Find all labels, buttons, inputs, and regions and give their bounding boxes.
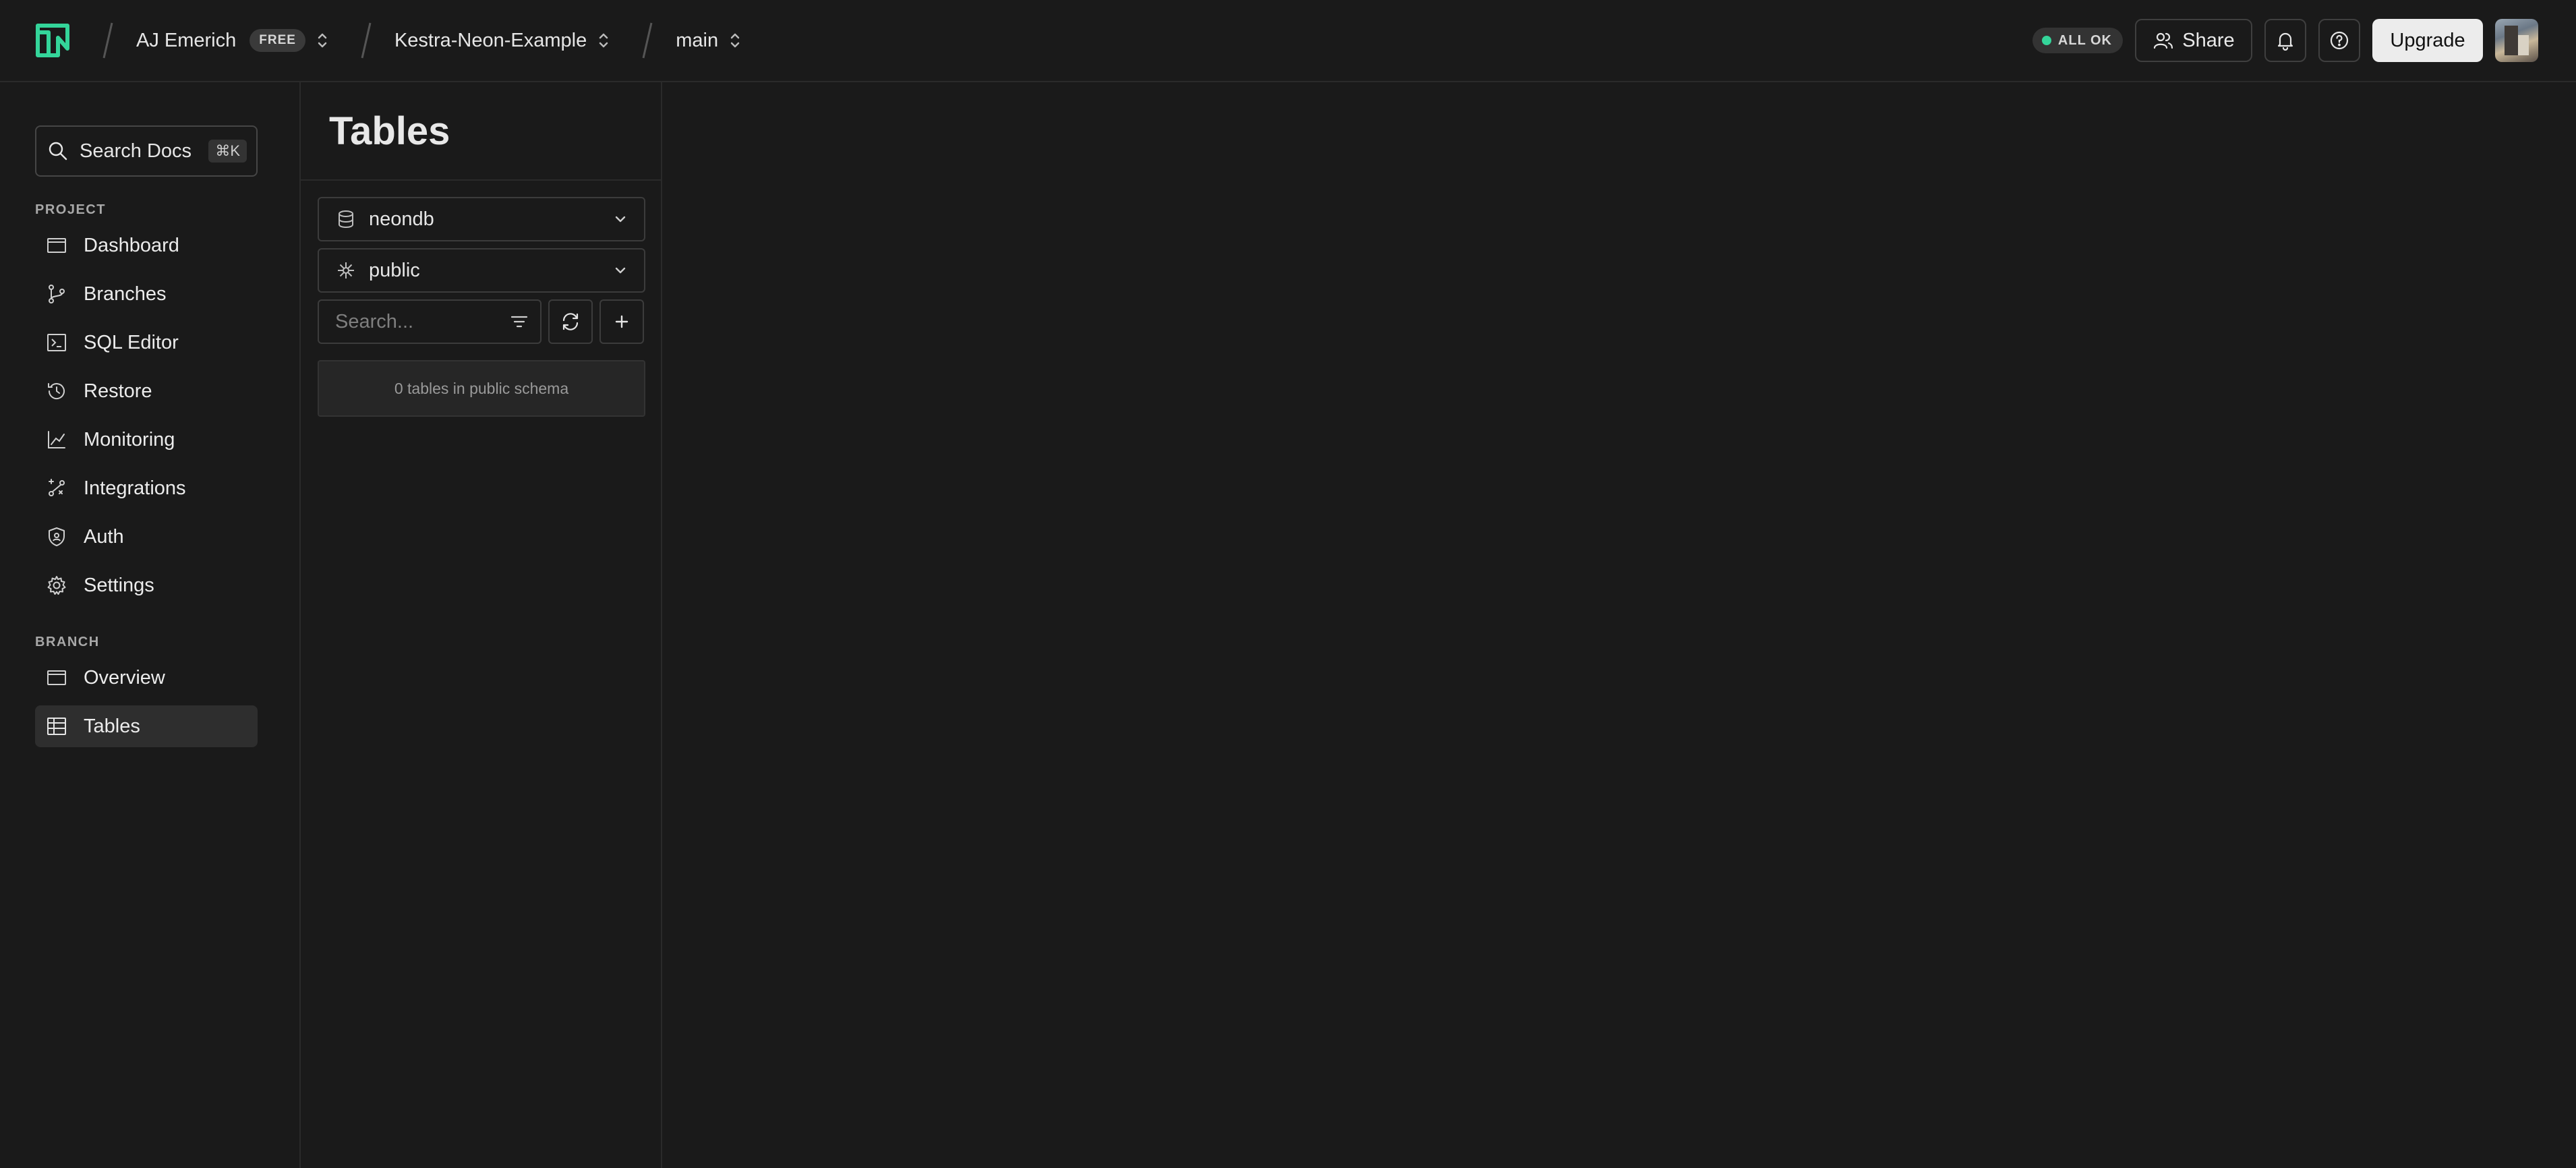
bell-icon [2275, 30, 2295, 51]
sidebar-item-label: Restore [84, 380, 152, 402]
project-nav: Dashboard Branches SQL Editor Restore Mo… [35, 225, 299, 606]
sidebar-item-label: Monitoring [84, 428, 175, 450]
branches-icon [45, 282, 69, 306]
sidebar-item-label: Branches [84, 283, 167, 305]
shield-icon [45, 525, 69, 549]
sidebar-item-label: Settings [84, 574, 154, 596]
tables-panel: Tables neondb public Search... 0 tables … [301, 82, 662, 1168]
status-text: ALL OK [2057, 32, 2112, 48]
chevron-up-down-icon [596, 30, 611, 51]
sidebar-item-label: SQL Editor [84, 331, 179, 353]
gear-icon [45, 573, 69, 597]
project-section-label: PROJECT [35, 202, 106, 217]
sidebar-item-restore[interactable]: Restore [35, 370, 258, 412]
chevron-up-down-icon [728, 30, 742, 51]
sql-editor-icon [45, 330, 69, 355]
share-label: Share [2182, 29, 2235, 51]
sidebar-item-overview[interactable]: Overview [35, 657, 258, 699]
help-button[interactable] [2318, 19, 2360, 62]
page-title: Tables [301, 82, 661, 181]
empty-tables-message: 0 tables in public schema [318, 360, 645, 417]
breadcrumb-separator [94, 20, 121, 61]
database-icon [335, 208, 357, 230]
sidebar: Search Docs ⌘K PROJECT Dashboard Branche… [0, 82, 301, 1168]
plus-icon [612, 312, 631, 331]
status-dot-icon [2041, 36, 2051, 45]
dashboard-icon [45, 233, 69, 258]
table-search-input[interactable]: Search... [318, 299, 541, 344]
topbar-actions: ALL OK Share Upgrade [2032, 19, 2538, 62]
database-select[interactable]: neondb [318, 197, 645, 241]
plan-badge: FREE [250, 29, 305, 52]
users-icon [2153, 30, 2174, 51]
sidebar-item-auth[interactable]: Auth [35, 516, 258, 558]
monitoring-icon [45, 428, 69, 452]
sidebar-item-tables[interactable]: Tables [35, 705, 258, 747]
sidebar-item-monitoring[interactable]: Monitoring [35, 419, 258, 461]
sidebar-item-dashboard[interactable]: Dashboard [35, 225, 258, 266]
project-name: Kestra-Neon-Example [394, 29, 587, 51]
refresh-icon [560, 312, 581, 332]
keyboard-shortcut: ⌘K [208, 140, 247, 163]
search-docs-label: Search Docs [80, 140, 192, 162]
sidebar-item-branches[interactable]: Branches [35, 273, 258, 315]
chevron-up-down-icon [315, 30, 330, 51]
chevron-down-icon [613, 263, 628, 278]
branch-switcher[interactable]: main [676, 20, 742, 61]
search-icon [47, 140, 69, 162]
sidebar-item-label: Tables [84, 715, 140, 737]
sidebar-item-label: Integrations [84, 477, 186, 499]
refresh-button[interactable] [548, 299, 593, 344]
branch-nav: Overview Tables [35, 657, 299, 747]
breadcrumb-separator [353, 20, 380, 61]
sidebar-item-label: Dashboard [84, 234, 179, 256]
sidebar-item-label: Auth [84, 525, 124, 548]
database-select-value: neondb [369, 208, 434, 230]
chevron-down-icon [613, 212, 628, 227]
table-search-row: Search... [318, 299, 645, 344]
branch-name: main [676, 29, 719, 51]
top-bar: AJ Emerich FREE Kestra-Neon-Example main… [0, 0, 2576, 82]
add-table-button[interactable] [599, 299, 644, 344]
sidebar-item-integrations[interactable]: Integrations [35, 467, 258, 509]
sidebar-item-sql-editor[interactable]: SQL Editor [35, 322, 258, 363]
sidebar-item-label: Overview [84, 666, 165, 689]
tables-panel-body: neondb public Search... 0 tables in publ… [301, 181, 661, 417]
schema-icon [335, 260, 357, 281]
overview-icon [45, 666, 69, 690]
project-switcher[interactable]: Kestra-Neon-Example [394, 20, 611, 61]
integrations-icon [45, 476, 69, 500]
sidebar-item-settings[interactable]: Settings [35, 564, 258, 606]
tables-icon [45, 714, 69, 738]
schema-select[interactable]: public [318, 248, 645, 293]
breadcrumb-separator [634, 20, 661, 61]
status-badge[interactable]: ALL OK [2032, 28, 2123, 53]
notifications-button[interactable] [2264, 19, 2306, 62]
help-circle-icon [2329, 30, 2349, 51]
org-switcher[interactable]: AJ Emerich FREE [136, 20, 330, 61]
schema-select-value: public [369, 259, 420, 281]
avatar[interactable] [2495, 19, 2538, 62]
upgrade-button[interactable]: Upgrade [2372, 19, 2483, 62]
table-search-placeholder: Search... [335, 310, 414, 332]
main-content-area [662, 82, 2576, 1168]
share-button[interactable]: Share [2135, 19, 2252, 62]
restore-icon [45, 379, 69, 403]
org-name: AJ Emerich [136, 29, 237, 51]
branch-section-label: BRANCH [35, 635, 100, 649]
filter-icon[interactable] [509, 312, 529, 332]
neon-logo-icon[interactable] [34, 22, 71, 59]
search-docs-button[interactable]: Search Docs ⌘K [35, 125, 258, 177]
